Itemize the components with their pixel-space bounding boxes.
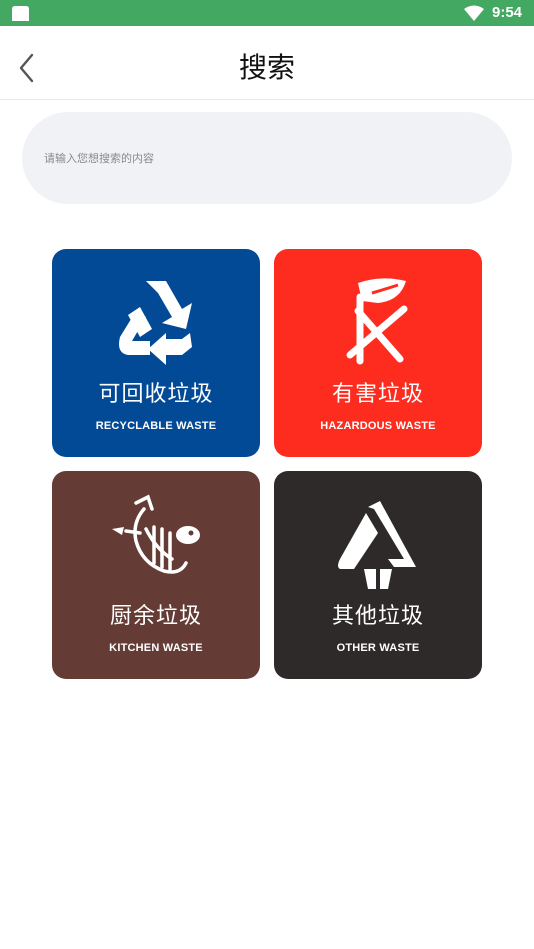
search-input[interactable] <box>44 142 484 174</box>
hazardous-icon <box>346 278 408 365</box>
category-tile-kitchen[interactable]: 厨余垃圾 KITCHEN WASTE <box>52 471 260 679</box>
category-name-cn: 有害垃圾 <box>331 382 424 407</box>
page-title: 搜索 <box>238 51 295 84</box>
app-bar: 搜索 <box>0 26 534 100</box>
category-name-cn: 其他垃圾 <box>331 604 424 629</box>
category-tile-other[interactable]: 其他垃圾 OTHER WASTE <box>274 471 482 679</box>
category-tile-recyclable[interactable]: 可回收垃圾 RECYCLABLE WASTE <box>52 249 260 457</box>
status-time: 9:54 <box>492 4 523 21</box>
category-name-en: RECYCLABLE WASTE <box>95 420 217 432</box>
recycle-icon <box>119 281 192 365</box>
category-tile-hazardous[interactable]: 有害垃圾 HAZARDOUS WASTE <box>274 249 482 457</box>
kitchen-waste-icon <box>112 494 200 574</box>
sim-card-icon <box>12 6 29 21</box>
category-name-en: HAZARDOUS WASTE <box>320 420 436 432</box>
search-box[interactable] <box>22 112 512 204</box>
wifi-icon <box>464 5 484 21</box>
other-waste-icon <box>338 501 416 589</box>
category-name-en: OTHER WASTE <box>336 642 420 654</box>
status-bar: 9:54 <box>0 0 534 26</box>
category-name-cn: 可回收垃圾 <box>98 382 214 407</box>
category-name-en: KITCHEN WASTE <box>109 642 203 654</box>
category-name-cn: 厨余垃圾 <box>109 604 202 629</box>
